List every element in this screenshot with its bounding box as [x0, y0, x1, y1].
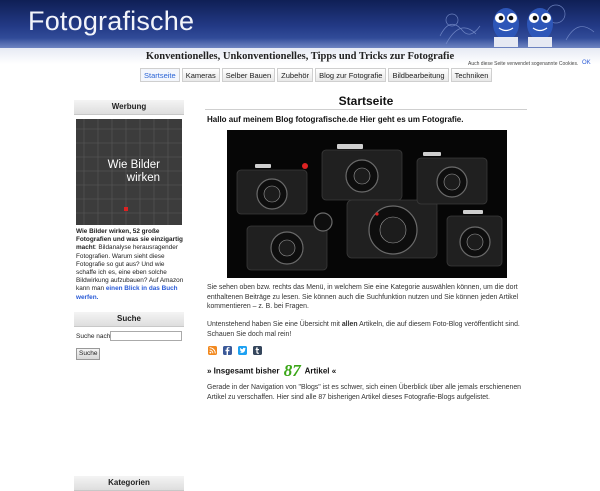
navigation-paragraph: Gerade in der Navigation von "Blogs" ist… — [207, 384, 521, 401]
book-cover-ad[interactable]: Wie Bilder wirken — [76, 119, 182, 225]
nav-tab-zubehoer[interactable]: Zubehör — [277, 68, 314, 82]
overview-text-bold: allen — [341, 321, 358, 328]
social-icons — [208, 346, 262, 355]
article-count-number: 87 — [283, 361, 301, 380]
camera-collection-photo — [227, 130, 507, 278]
nav-tab-kameras[interactable]: Kameras — [181, 68, 220, 82]
article-count-prefix: » Insgesamt bisher — [207, 366, 282, 376]
mascot-right — [527, 8, 553, 47]
title-divider — [205, 109, 527, 110]
facebook-icon[interactable] — [223, 346, 232, 355]
site-logo[interactable]: Fotografische — [28, 6, 194, 37]
cookie-notice: Auch diese Seite verwendet sogenannte Co… — [468, 61, 579, 67]
book-title-line1: Wie Bilder — [107, 159, 160, 171]
search-widget-heading: Suche — [74, 312, 184, 327]
cookie-ok-button[interactable]: OK — [582, 60, 591, 66]
categories-widget: Kategorien — [74, 476, 184, 491]
ad-description: Wie Bilder wirken, 52 große Fotografien … — [76, 228, 184, 302]
twitter-icon[interactable] — [238, 346, 247, 355]
main-navigation: Startseite Kameras Selber Bauen Zubehör … — [140, 68, 493, 82]
intro-heading: Hallo auf meinem Blog fotografische.de H… — [207, 115, 464, 124]
nav-tab-blog-zur-fotografie[interactable]: Blog zur Fotografie — [315, 68, 387, 82]
site-header: Fotografische — [0, 0, 600, 48]
book-title-line2: wirken — [126, 172, 160, 184]
article-count-suffix: Artikel « — [302, 366, 337, 376]
tumblr-icon[interactable] — [253, 346, 262, 355]
search-input[interactable] — [110, 331, 182, 341]
article-count-line: » Insgesamt bisher 87 Artikel « — [207, 361, 337, 380]
overview-paragraph: Untenstehend haben Sie eine Übersicht mi… — [207, 320, 529, 339]
overview-text-start: Untenstehend haben Sie eine Übersicht mi… — [207, 321, 342, 328]
rss-icon[interactable] — [208, 346, 217, 355]
mascot-left — [493, 8, 519, 47]
nav-tab-techniken[interactable]: Techniken — [450, 68, 493, 82]
sidebar: Werbung Wie Bilder wirken Wie Bilder wir… — [74, 100, 184, 491]
categories-widget-heading: Kategorien — [74, 476, 184, 491]
search-label: Suche nach: — [76, 333, 113, 340]
nav-tab-selber-bauen[interactable]: Selber Bauen — [221, 68, 276, 82]
camera-illustration — [227, 130, 507, 278]
page-title: Startseite — [338, 94, 394, 108]
book-title: Wie Bilder wirken — [76, 119, 182, 225]
search-widget: Suche — [74, 312, 184, 327]
nav-tab-bildbearbeitung[interactable]: Bildbearbeitung — [388, 68, 449, 82]
intro-paragraph: Sie sehen oben bzw. rechts das Menü, in … — [207, 284, 519, 311]
nav-tab-startseite[interactable]: Startseite — [140, 68, 180, 82]
ad-widget-heading: Werbung — [74, 100, 184, 115]
mascot-illustration — [439, 4, 595, 47]
search-button[interactable]: Suche — [76, 348, 101, 360]
